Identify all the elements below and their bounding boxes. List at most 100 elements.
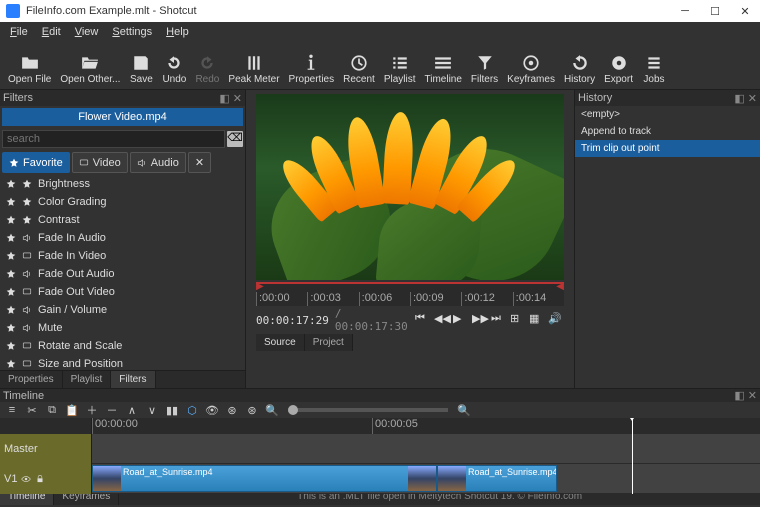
menu-view[interactable]: View (69, 24, 105, 40)
undock-icon[interactable]: ◧ (734, 389, 744, 402)
skip-end-button[interactable]: ⏭ (491, 312, 507, 328)
timeline-clip[interactable]: Road_at_Sunrise.mp4 (437, 465, 557, 492)
main-toolbar: Open FileOpen Other...SaveUndoRedoPeak M… (0, 42, 760, 90)
menu-file[interactable]: File (4, 24, 34, 40)
history-item[interactable]: Append to track (575, 123, 760, 140)
filter-item[interactable]: Fade Out Audio (0, 265, 245, 283)
filter-item[interactable]: Mute (0, 319, 245, 337)
clip-thumbnail (438, 466, 466, 491)
scrub-bar[interactable]: ▶ ◀ :00:00:00:03:00:06:00:09:00:12:00:14 (256, 282, 564, 306)
rewind-button[interactable]: ◀◀ (434, 312, 450, 328)
tab-playlist[interactable]: Playlist (63, 371, 112, 388)
filter-cat-favorite[interactable]: Favorite (2, 152, 70, 173)
menu-help[interactable]: Help (160, 24, 195, 40)
tl-split-icon[interactable]: ▮▮ (164, 402, 180, 418)
panel-close-icon[interactable]: ✕ (748, 389, 757, 402)
history-item[interactable]: Trim clip out point (575, 140, 760, 157)
zoom-button[interactable]: ⊞ (510, 312, 526, 328)
peak-meter-button[interactable]: Peak Meter (224, 52, 283, 87)
undo-button[interactable]: Undo (158, 52, 190, 87)
cat-label: Audio (151, 157, 179, 169)
jobs-button[interactable]: Jobs (638, 52, 670, 87)
open-file-button[interactable]: Open File (4, 52, 55, 87)
tl-cut-icon[interactable]: ✂ (24, 402, 40, 418)
track-v1-lane[interactable]: Road_at_Sunrise.mp4Road_at_Sunrise.mp4 (92, 464, 760, 494)
keyframes-button[interactable]: Keyframes (503, 52, 559, 87)
save-icon (132, 54, 150, 72)
tl-zoom-out-icon[interactable]: 🔍 (264, 402, 280, 418)
grid-button[interactable]: ▦ (529, 312, 545, 328)
menu-settings[interactable]: Settings (106, 24, 158, 40)
filter-item[interactable]: Fade In Audio (0, 229, 245, 247)
minimize-button[interactable]: ─ (670, 0, 700, 22)
filter-cat-audio[interactable]: Audio (130, 152, 186, 173)
lock-icon[interactable] (35, 474, 45, 484)
timeline-panel: Timeline ◧✕ ≡ ✂ ⧉ 📋 ＋ － ∧ ∨ ▮▮ ⬡ 👁 ⊛ ⊛ 🔍… (0, 388, 760, 487)
filter-item[interactable]: Fade In Video (0, 247, 245, 265)
tab-filters[interactable]: Filters (111, 371, 155, 388)
tab-source[interactable]: Source (256, 334, 305, 351)
filter-item[interactable]: Contrast (0, 211, 245, 229)
eye-icon[interactable] (21, 474, 31, 484)
window-titlebar: FileInfo.com Example.mlt - Shotcut ─ ☐ ✕ (0, 0, 760, 22)
clear-search-button[interactable]: ⌫ (227, 131, 243, 147)
play-button[interactable]: ▶ (453, 312, 469, 328)
track-master-lane[interactable] (92, 434, 760, 464)
playlist-button[interactable]: Playlist (380, 52, 420, 87)
menu-edit[interactable]: Edit (36, 24, 67, 40)
export-button[interactable]: Export (600, 52, 637, 87)
tl-lift-icon[interactable]: ∧ (124, 402, 140, 418)
history-panel: History ◧✕ <empty>Append to trackTrim cl… (574, 90, 760, 388)
undock-icon[interactable]: ◧ (734, 92, 744, 105)
tl-snap-icon[interactable]: ⬡ (184, 402, 200, 418)
history-button[interactable]: History (560, 52, 599, 87)
open-other-button[interactable]: Open Other... (56, 52, 124, 87)
tl-zoom-in-icon[interactable]: 🔍 (456, 402, 472, 418)
filter-item[interactable]: Rotate and Scale (0, 337, 245, 355)
tl-zoom-slider[interactable] (288, 408, 448, 412)
recent-button[interactable]: Recent (339, 52, 379, 87)
skip-start-button[interactable]: ⏮ (415, 312, 431, 328)
panel-close-icon[interactable]: ✕ (748, 92, 757, 105)
filter-item[interactable]: Fade Out Video (0, 283, 245, 301)
tl-ripple-icon[interactable]: ⊛ (224, 402, 240, 418)
undock-icon[interactable]: ◧ (219, 92, 229, 105)
timeline-clip[interactable]: Road_at_Sunrise.mp4 (92, 465, 437, 492)
tab-project[interactable]: Project (305, 334, 353, 351)
close-button[interactable]: ✕ (730, 0, 760, 22)
panel-close-icon[interactable]: ✕ (233, 92, 242, 105)
tl-overwrite-icon[interactable]: ∨ (144, 402, 160, 418)
filter-label: Fade In Audio (38, 232, 106, 244)
tl-menu-icon[interactable]: ≡ (4, 402, 20, 418)
current-timecode[interactable]: 00:00:17:29 (256, 314, 329, 327)
history-item[interactable]: <empty> (575, 106, 760, 123)
filter-search-input[interactable] (2, 130, 225, 148)
timeline-button[interactable]: Timeline (421, 52, 466, 87)
filters-button[interactable]: Filters (467, 52, 502, 87)
tl-ripple-all-icon[interactable]: ⊛ (244, 402, 260, 418)
tl-add-icon[interactable]: ＋ (84, 402, 100, 418)
tl-copy-icon[interactable]: ⧉ (44, 402, 60, 418)
filter-cat-close[interactable]: ✕ (188, 152, 211, 173)
tab-properties[interactable]: Properties (0, 371, 63, 388)
star-icon (6, 287, 16, 297)
filter-item[interactable]: Brightness (0, 175, 245, 193)
volume-button[interactable]: 🔊 (548, 312, 564, 328)
maximize-button[interactable]: ☐ (700, 0, 730, 22)
timeline-playhead[interactable] (632, 418, 633, 494)
star-icon (6, 323, 16, 333)
save-button[interactable]: Save (125, 52, 157, 87)
forward-button[interactable]: ▶▶ (472, 312, 488, 328)
tl-paste-icon[interactable]: 📋 (64, 402, 80, 418)
properties-button[interactable]: Properties (285, 52, 339, 87)
filter-item[interactable]: Size and Position (0, 355, 245, 370)
redo-button[interactable]: Redo (191, 52, 223, 87)
video-preview[interactable] (256, 94, 564, 280)
filter-item[interactable]: Color Grading (0, 193, 245, 211)
track-head-master[interactable]: Master (0, 434, 91, 464)
tl-remove-icon[interactable]: － (104, 402, 120, 418)
tl-scrub-icon[interactable]: 👁 (204, 402, 220, 418)
filter-cat-video[interactable]: Video (72, 152, 128, 173)
filter-item[interactable]: Gain / Volume (0, 301, 245, 319)
track-head-v1[interactable]: V1 (0, 464, 91, 494)
